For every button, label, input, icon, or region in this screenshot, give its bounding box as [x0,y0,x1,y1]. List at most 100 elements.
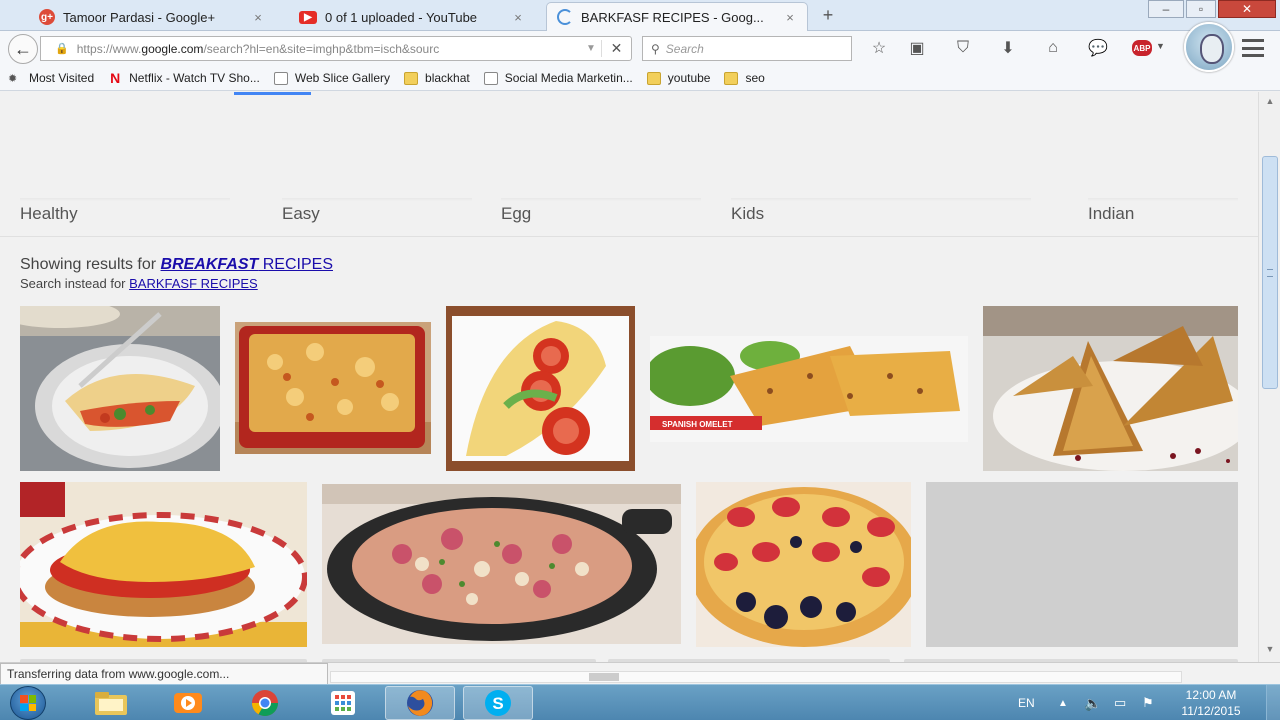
chip-divider [282,198,472,201]
chat-icon[interactable]: 💬 [1087,37,1109,59]
adblock-icon[interactable]: ABP [1132,40,1152,56]
network-icon[interactable]: ▭ [1114,685,1126,720]
url-text: https://www.google.com/search?hl=en&site… [76,41,440,56]
close-tab-icon[interactable]: × [783,10,797,25]
scrollbar-thumb[interactable] [1262,156,1278,389]
taskbar-media-player[interactable] [153,686,223,720]
loading-placeholder-image[interactable] [926,482,1238,647]
bookmark-blackhat[interactable]: blackhat [404,71,470,85]
skillet-hash-image[interactable] [322,484,681,644]
bookmark-social-media[interactable]: Social Media Marketin... [483,71,633,85]
firefox-icon [407,690,433,716]
bookmark-most-visited[interactable]: ✹ Most Visited [8,71,94,85]
taskbar-firefox[interactable] [385,686,455,720]
chevron-down-icon[interactable]: ▼ [1156,41,1165,51]
new-tab-button[interactable]: + [817,4,839,26]
google-plus-icon: g+ [39,9,55,25]
download-icon[interactable]: ⬇ [997,37,1019,59]
folder-icon [646,71,661,85]
folder-icon [724,71,739,85]
french-toast-image[interactable] [983,306,1238,471]
media-player-icon [174,693,202,713]
back-arrow-icon: ← [14,38,32,59]
spanish-omelet-caption: SPANISH OMELET [662,420,733,429]
casserole-dish-image[interactable] [235,322,431,454]
search-instead: Search instead for BARKFASF RECIPES [20,276,258,291]
library-icon[interactable]: ▣ [906,37,928,59]
close-tab-icon[interactable]: × [511,10,525,25]
berry-pancake-image[interactable] [696,482,911,647]
chip-easy[interactable]: Easy [282,204,320,224]
url-dropdown-icon[interactable]: ▼ [581,43,601,54]
youtube-icon: ▶ [299,10,317,24]
scroll-up-icon[interactable]: ▲ [1263,96,1277,110]
tab-youtube[interactable]: ▶ 0 of 1 uploaded - YouTube × [288,2,536,31]
search-icon: ⚲ [651,41,660,56]
profile-avatar[interactable] [1184,22,1234,72]
system-clock[interactable]: 12:00 AM 11/12/2015 [1168,687,1254,719]
bookmark-seo[interactable]: seo [724,71,765,85]
language-indicator[interactable]: EN [1018,685,1035,720]
show-desktop-button[interactable] [1266,685,1280,720]
star-icon: ✹ [8,72,18,85]
bookmark-label: blackhat [425,71,470,85]
chip-divider [501,198,701,201]
svg-text:S: S [492,694,503,713]
horizontal-scroll-thumb[interactable] [589,673,619,681]
omelette-tomato-image[interactable] [446,306,635,471]
pocket-icon[interactable]: ⛉ [952,37,974,59]
tab-breakfast-recipes[interactable]: BARKFASF RECIPES - Goog... × [546,2,808,31]
search-box[interactable]: ⚲ Search [642,36,852,61]
url-bar[interactable]: 🔒 https://www.google.com/search?hl=en&si… [40,36,632,61]
page-icon [483,71,498,85]
folder-icon [404,71,419,85]
original-query-link[interactable]: BARKFASF RECIPES [129,276,258,291]
lock-icon: 🔒 [55,43,69,55]
stop-icon[interactable]: ✕ [601,40,631,57]
maximize-button[interactable]: ▫ [1186,0,1216,18]
tab-google-plus[interactable]: g+ Tamoor Pardasi - Google+ × [28,2,276,31]
back-button[interactable]: ← [8,34,38,64]
corrected-query-link[interactable]: BREAKFAST RECIPES [161,256,333,273]
chip-healthy[interactable]: Healthy [20,204,78,224]
status-bar: Transferring data from www.google.com... [0,662,1280,686]
volume-icon[interactable]: 🔈 [1084,685,1101,720]
chip-egg[interactable]: Egg [501,204,531,224]
action-center-flag-icon[interactable]: ⚑ [1142,685,1154,720]
clock-date: 11/12/2015 [1181,704,1241,718]
scroll-down-icon[interactable]: ▼ [1263,644,1277,658]
page-content: Healthy Easy Egg Kids Indian Showing res… [0,92,1258,662]
start-button[interactable] [10,686,46,720]
taskbar-apps[interactable] [308,686,378,720]
close-window-button[interactable]: ✕ [1218,0,1276,18]
home-icon[interactable]: ⌂ [1042,37,1064,59]
minimize-button[interactable]: – [1148,0,1184,18]
bookmark-star-icon[interactable]: ☆ [868,37,890,59]
chip-divider [1088,198,1238,201]
bookmark-youtube[interactable]: youtube [646,71,711,85]
tab-strip: g+ Tamoor Pardasi - Google+ × ▶ 0 of 1 u… [0,0,1280,31]
taskbar-skype[interactable]: S [463,686,533,720]
bookmark-netflix[interactable]: N Netflix - Watch TV Sho... [108,70,260,86]
chip-kids[interactable]: Kids [731,204,764,224]
chip-indian[interactable]: Indian [1088,204,1134,224]
omelette-plate-image[interactable] [20,306,220,471]
page-icon [273,71,288,85]
taskbar-file-explorer[interactable] [76,686,146,720]
show-hidden-icons-icon[interactable]: ▲ [1058,685,1068,720]
bookmark-label: youtube [667,71,711,85]
vertical-scrollbar[interactable]: ▲ ▼ [1258,92,1280,662]
images-tab-indicator [234,92,311,95]
bookmark-label: seo [745,71,765,85]
menu-icon[interactable] [1242,39,1264,57]
taskbar-chrome[interactable] [230,686,300,720]
horizontal-scrollbar[interactable] [330,671,1182,683]
folder-icon [95,692,127,715]
close-tab-icon[interactable]: × [251,10,265,25]
bookmark-web-slice-gallery[interactable]: Web Slice Gallery [273,71,391,85]
spanish-omelet-image[interactable]: SPANISH OMELET [650,336,968,442]
egg-muffin-image[interactable] [20,482,307,647]
tab-title: Tamoor Pardasi - Google+ [63,9,216,25]
bookmark-label: Social Media Marketin... [504,71,633,85]
bookmark-label: Web Slice Gallery [294,71,391,85]
